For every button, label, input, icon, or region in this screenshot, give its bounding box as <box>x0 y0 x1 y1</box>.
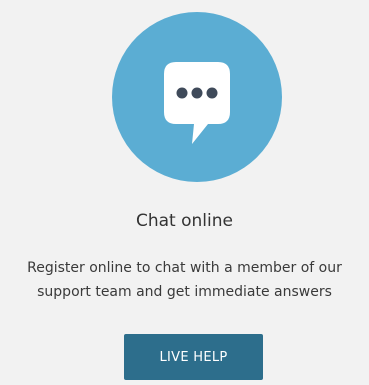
chat-online-card: Chat online Register online to chat with… <box>0 0 369 385</box>
live-help-button[interactable]: LIVE HELP <box>124 334 263 380</box>
card-description: Register online to chat with a member of… <box>27 260 342 300</box>
card-title: Chat online <box>136 211 233 231</box>
chat-bubble-icon <box>112 12 282 182</box>
